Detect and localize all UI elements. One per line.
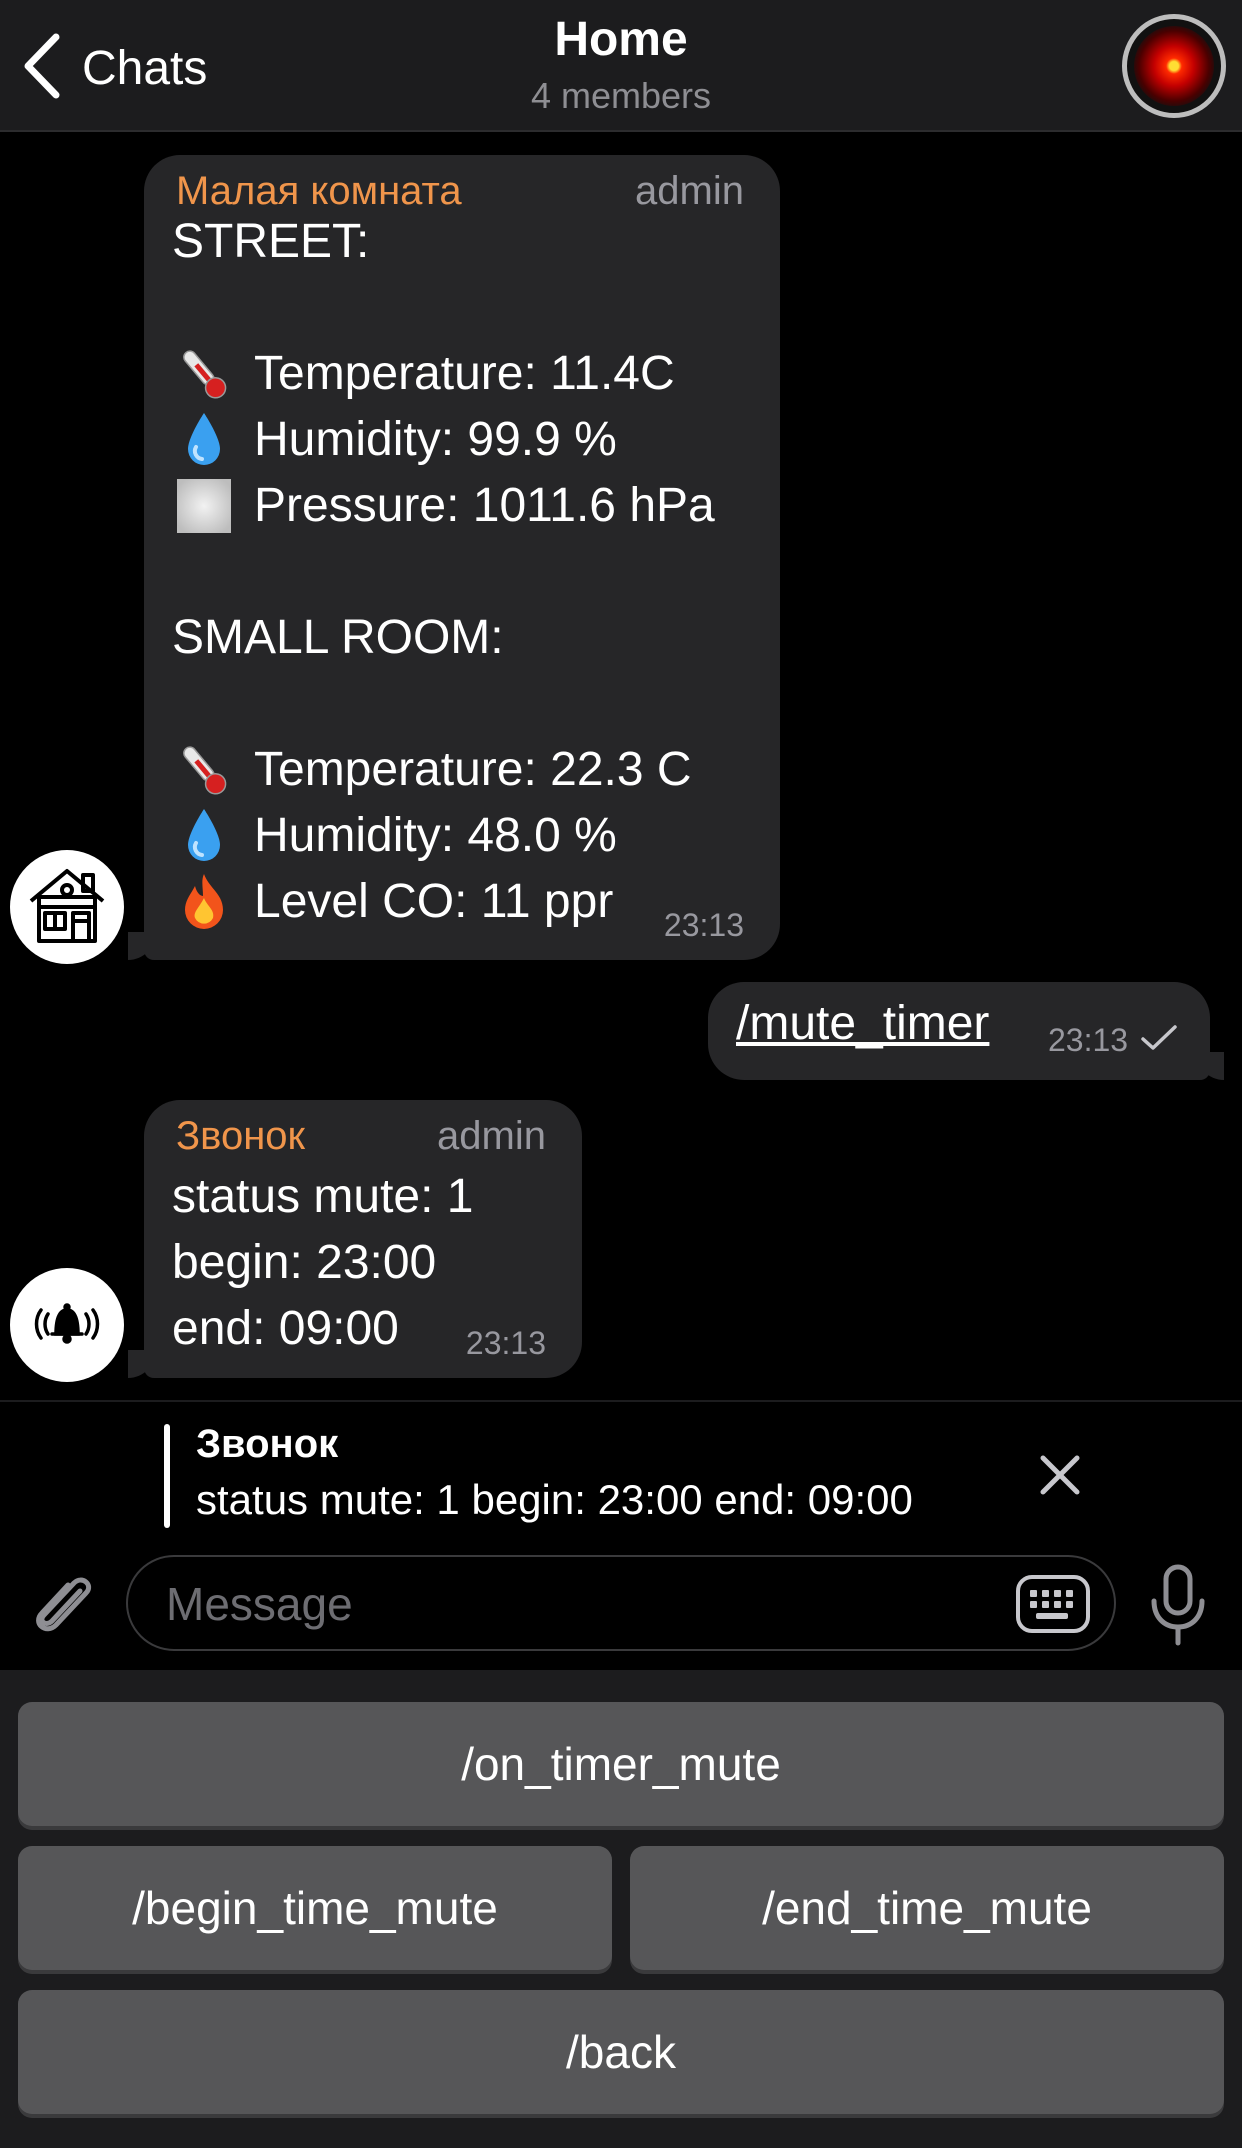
fire-icon: [172, 872, 236, 932]
reply-title: Звонок: [196, 1422, 339, 1466]
fog-icon: [172, 476, 236, 536]
close-icon[interactable]: [1035, 1450, 1085, 1500]
avatar[interactable]: [10, 850, 124, 964]
end-time-mute-button[interactable]: /end_time_mute: [630, 1846, 1224, 1970]
message-time: 23:13: [465, 1325, 546, 1361]
message-line: [172, 275, 715, 341]
message-text: status mute: 1 begin: 23:00 end: 09:00: [172, 1164, 473, 1362]
message-bubble[interactable]: Звонок admin status mute: 1 begin: 23:00…: [144, 1100, 582, 1378]
message-line: Level CO: 11 ppr: [172, 869, 715, 935]
sender-name: Звонок: [176, 1114, 306, 1158]
message-line: begin: 23:00: [172, 1236, 437, 1289]
message-line: [172, 671, 715, 737]
message-line: Temperature: 11.4C: [172, 341, 715, 407]
reply-indicator: [164, 1424, 170, 1528]
chat-title: Home: [554, 13, 688, 66]
group-avatar[interactable]: [1122, 14, 1226, 118]
members-count: 4 members: [530, 75, 712, 116]
message-line: Pressure: 1011.6 hPa: [172, 473, 715, 539]
chat-header: Chats Home 4 members: [0, 0, 1242, 132]
message-input[interactable]: [164, 1571, 988, 1637]
message-line: SMALL ROOM:: [172, 611, 504, 664]
command-link[interactable]: /mute_timer: [736, 996, 989, 1051]
back-command-button[interactable]: /back: [18, 1990, 1224, 2114]
message-line: [172, 539, 715, 605]
message-time: 23:13: [663, 907, 744, 943]
reply-text: status mute: 1 begin: 23:00 end: 09:00: [196, 1476, 913, 1523]
thermometer-icon: [172, 740, 236, 800]
reply-preview: Звонок status mute: 1 begin: 23:00 end: …: [0, 1400, 1242, 1537]
droplet-icon: [172, 806, 236, 866]
message-input-container[interactable]: [126, 1555, 1116, 1651]
red-eye-icon: [1134, 26, 1214, 106]
chat-title-block[interactable]: Home 4 members: [0, 12, 1242, 117]
house-icon: [25, 863, 109, 952]
microphone-icon[interactable]: [1146, 1563, 1210, 1649]
droplet-icon: [172, 410, 236, 470]
message-line: end: 09:00: [172, 1302, 399, 1355]
message-time: 23:13: [1048, 1022, 1129, 1058]
message-line: status mute: 1: [172, 1170, 474, 1223]
on-timer-mute-button[interactable]: /on_timer_mute: [18, 1702, 1224, 1826]
message-text: STREET: Temperature: 11.4C Humidity: 99.…: [172, 209, 715, 935]
avatar[interactable]: [10, 1268, 124, 1382]
sender-role: admin: [437, 1114, 546, 1158]
thermometer-icon: [172, 344, 236, 404]
paperclip-icon[interactable]: [28, 1565, 98, 1645]
composer: [0, 1535, 1242, 1670]
message-line: Humidity: 99.9 %: [172, 407, 715, 473]
checkmark-icon: [1140, 1024, 1178, 1057]
message-line: STREET:: [172, 215, 370, 268]
ringing-bell-icon: [32, 1298, 102, 1353]
message-line: Temperature: 22.3 C: [172, 737, 715, 803]
message-line: Humidity: 48.0 %: [172, 803, 715, 869]
outgoing-message-bubble[interactable]: /mute_timer 23:13: [708, 982, 1210, 1080]
sender-name: Малая комната: [176, 169, 462, 213]
keyboard-icon[interactable]: [1014, 1573, 1092, 1635]
message-bubble[interactable]: Малая комната admin STREET: Temperature:…: [144, 155, 780, 960]
sender-role: admin: [635, 169, 744, 213]
bot-keyboard: /on_timer_mute /begin_time_mute /end_tim…: [0, 1670, 1242, 2148]
begin-time-mute-button[interactable]: /begin_time_mute: [18, 1846, 612, 1970]
